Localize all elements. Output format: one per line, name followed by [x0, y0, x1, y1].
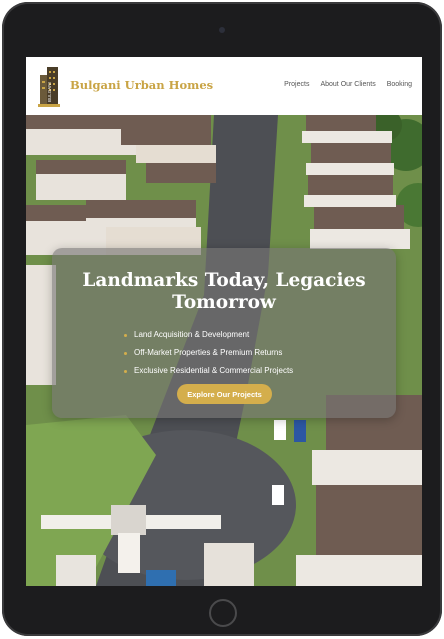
main-nav: Projects About Our Clients Booking [284, 81, 412, 88]
front-camera [219, 27, 225, 33]
bullet-dot-icon [124, 351, 127, 355]
list-item: Exclusive Residential & Commercial Proje… [124, 362, 293, 380]
brand-logo-icon[interactable]: BULGANI [38, 65, 60, 107]
brand-name[interactable]: Bulgani Urban Homes [70, 78, 213, 92]
list-item: Land Acquisition & Development [124, 326, 293, 344]
site-header: BULGANI Bulgani Urban Homes Projects Abo… [26, 57, 422, 115]
bullet-dot-icon [124, 333, 127, 337]
hero-section: Landmarks Today, Legacies Tomorrow Land … [26, 115, 422, 586]
logo-wordmark: BULGANI [47, 82, 52, 102]
hero-headline: Landmarks Today, Legacies Tomorrow [82, 270, 366, 313]
nav-projects[interactable]: Projects [284, 81, 309, 88]
tablet-frame: BULGANI Bulgani Urban Homes Projects Abo… [2, 2, 442, 636]
hero-overlay-card: Landmarks Today, Legacies Tomorrow Land … [52, 248, 396, 418]
browser-viewport: BULGANI Bulgani Urban Homes Projects Abo… [26, 57, 422, 586]
home-button[interactable] [209, 599, 237, 627]
nav-about-our-clients[interactable]: About Our Clients [320, 81, 375, 88]
list-item: Off-Market Properties & Premium Returns [124, 344, 293, 362]
explore-projects-button[interactable]: Explore Our Projects [177, 384, 272, 404]
nav-booking[interactable]: Booking [387, 81, 412, 88]
hero-bullet-list: Land Acquisition & Development Off-Marke… [124, 326, 293, 380]
bullet-text: Exclusive Residential & Commercial Proje… [134, 366, 294, 375]
bullet-text: Land Acquisition & Development [134, 330, 250, 339]
bullet-dot-icon [124, 369, 127, 373]
bullet-text: Off-Market Properties & Premium Returns [134, 348, 283, 357]
